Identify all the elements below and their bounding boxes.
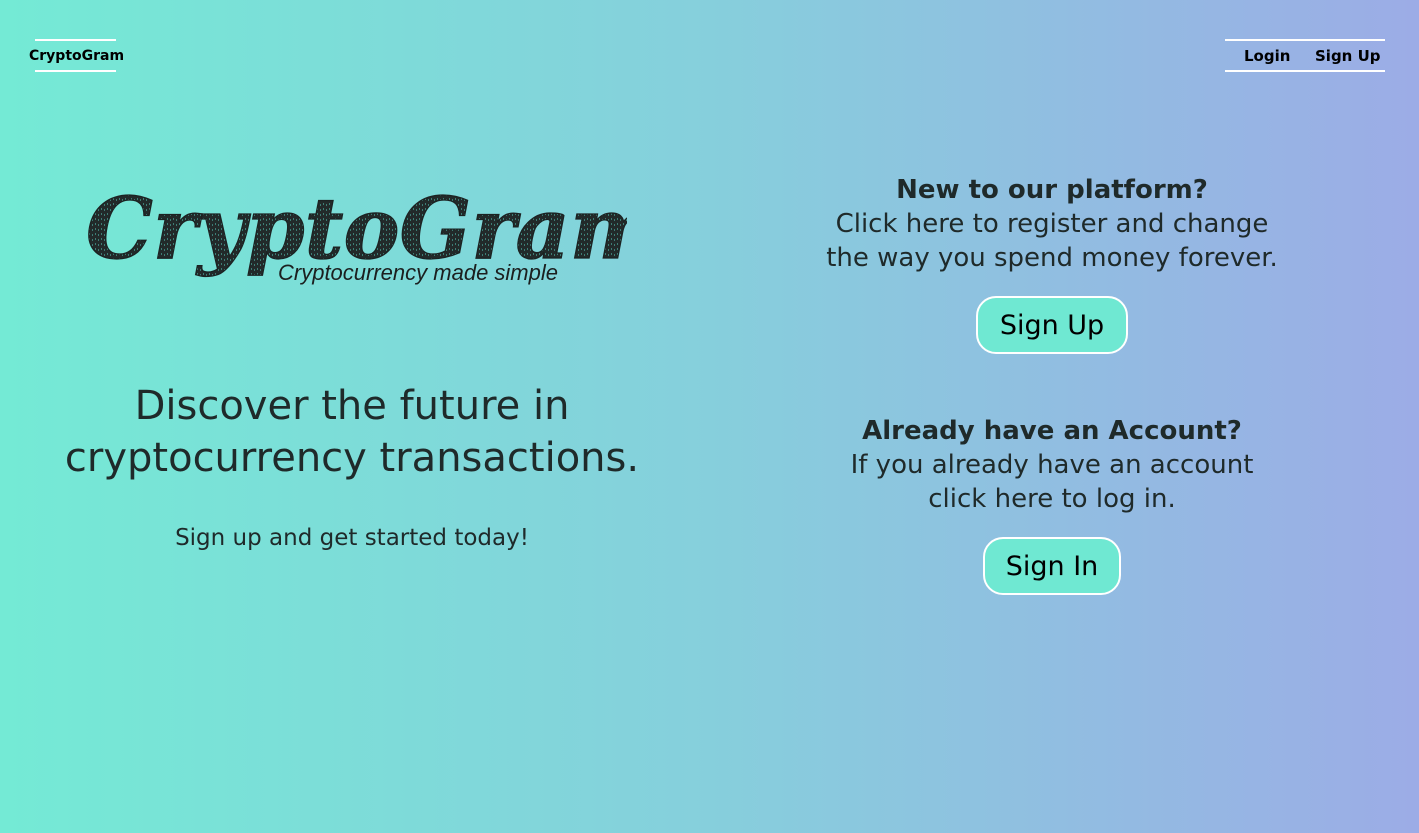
- logo-tagline: Cryptocurrency made simple: [278, 260, 558, 285]
- register-text-line2: the way you spend money forever.: [826, 243, 1278, 273]
- hero-headline-line1: Discover the future in: [134, 383, 570, 429]
- login-panel: Already have an Account? If you already …: [800, 414, 1304, 516]
- hero-headline: Discover the future in cryptocurrency tr…: [52, 380, 652, 484]
- signup-button[interactable]: Sign Up: [976, 296, 1128, 354]
- brand-label[interactable]: CryptoGram: [29, 48, 124, 64]
- brand-underline-bottom: [35, 70, 116, 72]
- login-text-line1: If you already have an account: [850, 450, 1254, 480]
- nav-login-link[interactable]: Login: [1244, 47, 1290, 65]
- navbar-links: Login Sign Up: [1225, 39, 1385, 72]
- brand-underline-top: [35, 39, 116, 41]
- signin-button[interactable]: Sign In: [983, 537, 1121, 595]
- login-title: Already have an Account?: [862, 416, 1242, 446]
- hero-headline-line2: cryptocurrency transactions.: [64, 435, 640, 481]
- hero-subline: Sign up and get started today!: [175, 525, 529, 551]
- register-title: New to our platform?: [896, 175, 1208, 205]
- login-text-line2: click here to log in.: [928, 484, 1176, 514]
- register-panel: New to our platform? Click here to regis…: [800, 173, 1304, 275]
- nav-signup-link[interactable]: Sign Up: [1315, 47, 1381, 65]
- navbar-brand[interactable]: CryptoGram: [29, 39, 124, 72]
- register-text-line1: Click here to register and change: [835, 209, 1269, 239]
- cryptogram-logo: CryptoGram Cryptocurrency made simple: [82, 162, 627, 297]
